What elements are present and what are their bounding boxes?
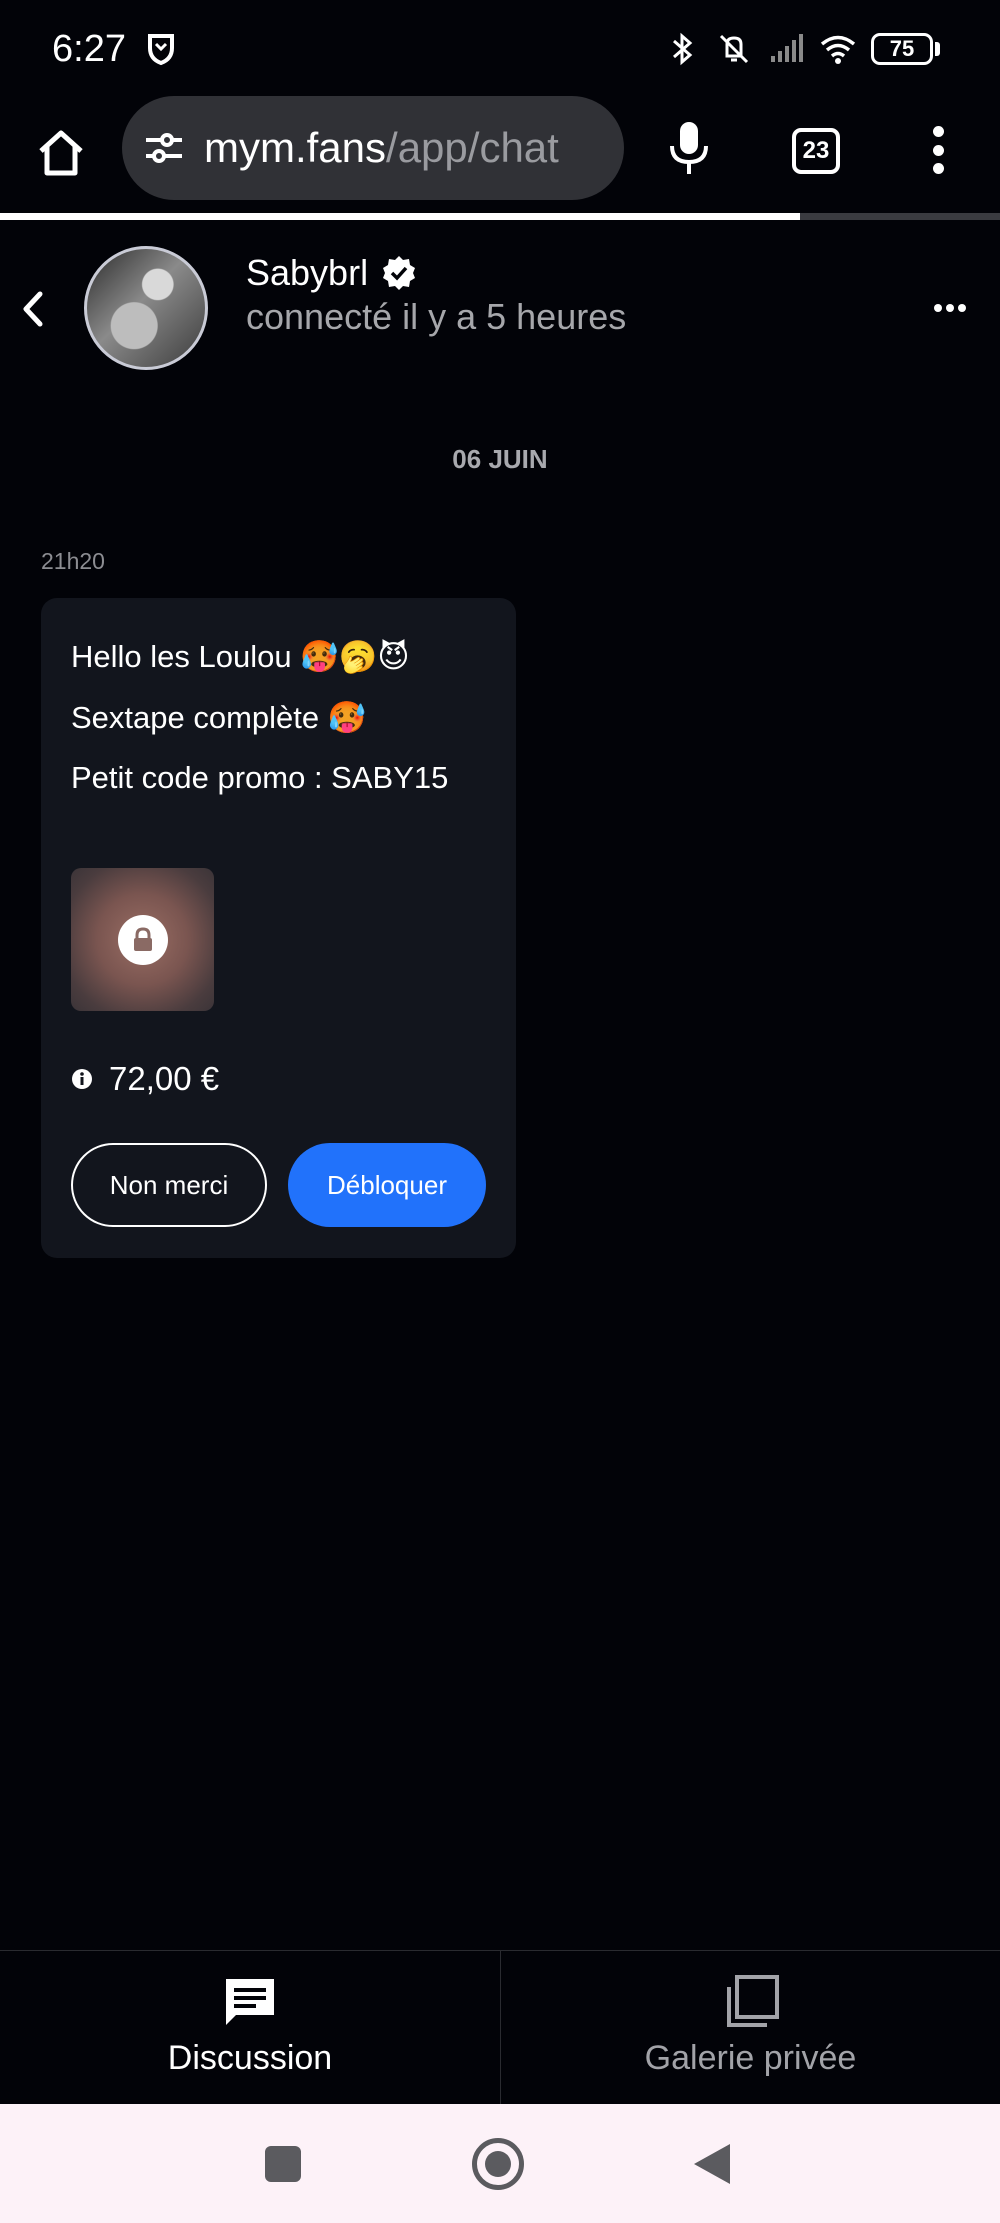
status-bar: 6:27 75 [0, 0, 1000, 100]
message-bubble: Hello les Loulou 🥵🥱😈 Sextape complète 🥵 … [41, 598, 516, 1258]
recent-apps-icon[interactable] [265, 2146, 301, 2182]
price-row: 72,00 € [71, 1060, 219, 1098]
contact-name-row[interactable]: Sabybrl [246, 252, 418, 294]
info-icon[interactable] [71, 1068, 93, 1090]
bluetooth-icon [673, 32, 693, 66]
browser-menu-icon[interactable] [930, 126, 946, 174]
url-text: mym.fans/app/chat [204, 124, 559, 172]
lock-icon [117, 914, 168, 965]
chat-icon [226, 1979, 274, 2025]
chat-header: Sabybrl connecté il y a 5 heures [0, 232, 1000, 382]
system-back-icon[interactable] [694, 2144, 730, 2184]
message-line: Petit code promo : SABY15 [71, 760, 449, 795]
message-line: Hello les Loulou 🥵🥱😈 [71, 639, 410, 674]
site-settings-icon[interactable] [142, 126, 186, 170]
verified-badge-icon [383, 256, 416, 290]
back-arrow-icon[interactable] [16, 284, 48, 334]
shield-icon [148, 34, 174, 66]
microphone-icon[interactable] [664, 118, 714, 178]
vibrate-off-icon [719, 34, 749, 64]
browser-toolbar: mym.fans/app/chat 23 [0, 96, 1000, 216]
bottom-navigation: Discussion Galerie privée [0, 1950, 1000, 2104]
date-separator: 06 JUIN [452, 444, 548, 474]
signal-icon [771, 34, 803, 62]
message-line: Sextape complète 🥵 [71, 700, 367, 735]
tab-private-gallery-label: Galerie privée [644, 2039, 857, 2077]
system-navigation-bar [0, 2104, 1000, 2223]
tab-discussion[interactable]: Discussion [0, 1951, 500, 2104]
home-button[interactable] [28, 120, 94, 186]
more-options-icon[interactable] [934, 304, 966, 314]
contact-name: Sabybrl [246, 252, 369, 293]
home-icon [39, 130, 83, 176]
page-load-progress [0, 213, 1000, 220]
address-bar[interactable]: mym.fans/app/chat [122, 96, 624, 200]
avatar[interactable] [84, 246, 208, 370]
unlock-button[interactable]: Débloquer [288, 1143, 486, 1227]
tab-private-gallery[interactable]: Galerie privée [500, 1951, 1000, 2104]
url-path: /app/chat [386, 124, 559, 171]
url-host: mym.fans [204, 124, 387, 171]
tab-discussion-label: Discussion [167, 2039, 333, 2077]
price: 72,00 € [109, 1060, 220, 1097]
message-time: 21h20 [41, 548, 105, 574]
battery-level: 75 [871, 33, 933, 65]
battery-icon: 75 [871, 33, 940, 65]
tab-switcher-button[interactable]: 23 [792, 128, 840, 174]
gallery-icon [726, 1975, 779, 2027]
page-load-progress-fill [0, 213, 800, 220]
locked-media-thumbnail[interactable] [71, 868, 214, 1011]
decline-button[interactable]: Non merci [71, 1143, 267, 1227]
contact-status: connecté il y a 5 heures [246, 296, 627, 337]
wifi-icon [820, 35, 856, 64]
status-time: 6:27 [52, 28, 126, 70]
system-home-icon[interactable] [472, 2138, 524, 2190]
